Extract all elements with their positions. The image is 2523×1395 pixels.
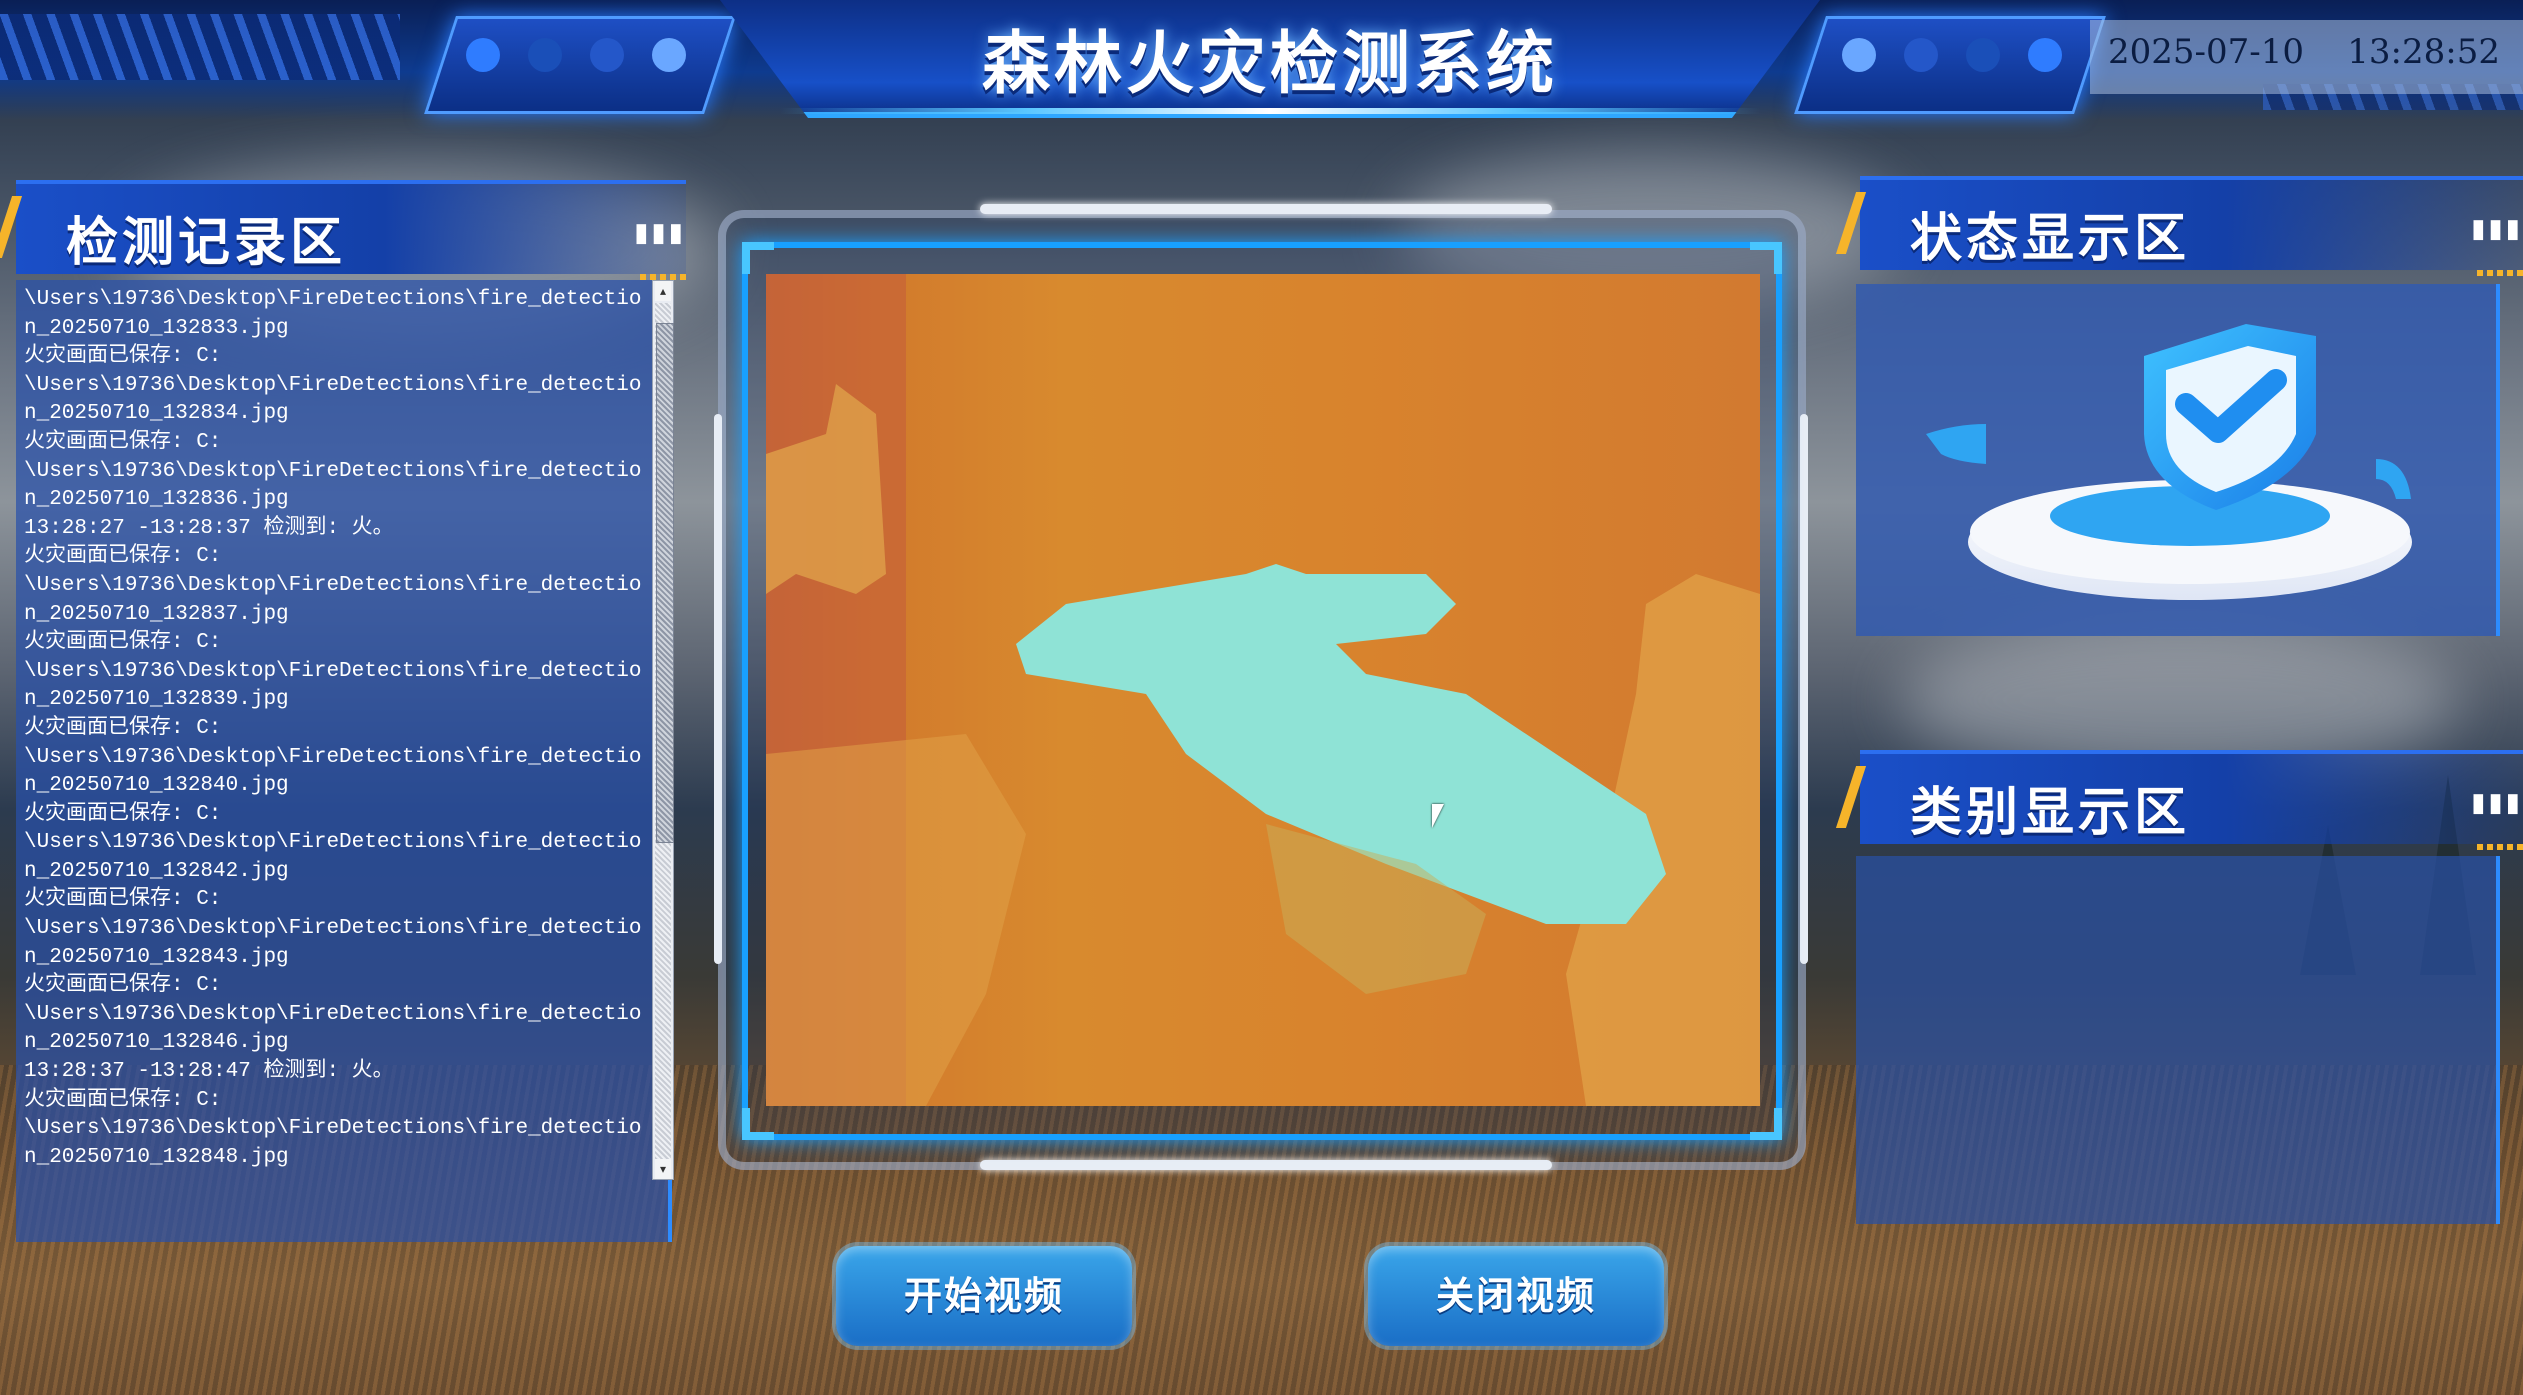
video-feed [766, 274, 1760, 1106]
page-title: 森林火灾检测系统 [981, 25, 1558, 104]
date-text: 2025-07-10 [2108, 32, 2305, 72]
status-section-header: 状态显示区 ▮▮▮ [1860, 176, 2523, 276]
log-line: \Users\19736\Desktop\FireDetections\fire… [24, 1117, 642, 1141]
frame-corner [742, 1108, 774, 1140]
time-text: 13:28:52 [2347, 32, 2500, 72]
depth-map-image [766, 274, 1760, 1106]
detection-log-panel[interactable]: \Users\19736\Desktop\FireDetections\fire… [16, 280, 674, 1242]
log-section-header: 检测记录区 ▮▮▮ [16, 180, 686, 280]
log-line: \Users\19736\Desktop\FireDetections\fire… [24, 831, 642, 855]
header-dot [590, 38, 624, 72]
mouse-cursor-icon [1432, 804, 1444, 828]
frame-corner [1750, 242, 1782, 274]
more-dots-icon: ▮▮▮ [2471, 788, 2523, 818]
scroll-up-arrow-icon[interactable]: ▴ [655, 281, 671, 301]
video-frame-rail-top [980, 204, 1552, 214]
log-line: 13:28:37 -13:28:47 检测到: 火。 [24, 1060, 394, 1084]
detection-log-text[interactable]: \Users\19736\Desktop\FireDetections\fire… [24, 286, 644, 1186]
log-line: n_20250710_132840.jpg [24, 774, 289, 798]
status-section-title: 状态显示区 [1910, 209, 2191, 269]
header-dot [528, 38, 562, 72]
scroll-down-arrow-icon[interactable]: ▾ [655, 1159, 671, 1179]
log-line: n_20250710_132833.jpg [24, 316, 289, 340]
log-line: \Users\19736\Desktop\FireDetections\fire… [24, 373, 642, 397]
log-line: n_20250710_132836.jpg [24, 488, 289, 512]
log-line: \Users\19736\Desktop\FireDetections\fire… [24, 288, 642, 311]
log-line: 火灾画面已保存: C: [24, 974, 222, 998]
log-line: 火灾画面已保存: C: [24, 545, 222, 569]
header-accent [2477, 844, 2523, 850]
log-line: n_20250710_132846.jpg [24, 1031, 289, 1055]
more-dots-icon: ▮▮▮ [2471, 214, 2523, 244]
video-frame-rail-bottom [980, 1160, 1552, 1170]
header-dot [1842, 38, 1876, 72]
log-line: \Users\19736\Desktop\FireDetections\fire… [24, 917, 642, 941]
log-line: n_20250710_132843.jpg [24, 945, 289, 969]
frame-corner [1750, 1108, 1782, 1140]
log-line: n_20250710_132848.jpg [24, 1145, 289, 1169]
log-line: 火灾画面已保存: C: [24, 888, 222, 912]
video-frame-rail-right [1800, 414, 1808, 964]
more-dots-icon: ▮▮▮ [634, 218, 686, 248]
scroll-thumb[interactable] [656, 323, 674, 843]
category-display-panel [1856, 856, 2500, 1224]
header-dot [652, 38, 686, 72]
header-dot [2028, 38, 2062, 72]
log-line: 火灾画面已保存: C: [24, 631, 222, 655]
category-section-title: 类别显示区 [1910, 783, 2191, 843]
header-dot [1904, 38, 1938, 72]
header-dot [466, 38, 500, 72]
title-underline [780, 108, 1760, 114]
log-scrollbar[interactable]: ▴ ▾ [652, 280, 674, 1180]
category-section-header: 类别显示区 ▮▮▮ [1860, 750, 2523, 850]
log-section-title: 检测记录区 [66, 213, 347, 273]
header-accent [2477, 270, 2523, 276]
log-line: \Users\19736\Desktop\FireDetections\fire… [24, 1002, 642, 1026]
header-dot [1966, 38, 2000, 72]
header-decoration [1794, 16, 2106, 114]
log-line: 火灾画面已保存: C: [24, 716, 222, 740]
log-line: 火灾画面已保存: C: [24, 1088, 222, 1112]
log-line: \Users\19736\Desktop\FireDetections\fire… [24, 745, 642, 769]
log-line: 火灾画面已保存: C: [24, 802, 222, 826]
log-line: 火灾画面已保存: C: [24, 345, 222, 369]
frame-corner [742, 242, 774, 274]
log-line: \Users\19736\Desktop\FireDetections\fire… [24, 459, 642, 483]
header-decoration [0, 14, 400, 80]
stop-video-button[interactable]: 关闭视频 [1368, 1246, 1664, 1346]
log-line: \Users\19736\Desktop\FireDetections\fire… [24, 659, 642, 683]
scroll-track[interactable] [655, 303, 674, 1159]
log-line: n_20250710_132842.jpg [24, 859, 289, 883]
log-line: 13:28:27 -13:28:37 检测到: 火。 [24, 516, 394, 540]
log-line: n_20250710_132837.jpg [24, 602, 289, 626]
start-video-button[interactable]: 开始视频 [836, 1246, 1132, 1346]
log-line: 火灾画面已保存: C: [24, 430, 222, 454]
video-frame-rail-left [714, 414, 722, 964]
shield-check-icon [1926, 324, 2412, 600]
status-display-panel [1856, 284, 2500, 636]
datetime-display: 2025-07-10 13:28:52 [2108, 32, 2500, 72]
log-line: \Users\19736\Desktop\FireDetections\fire… [24, 573, 642, 597]
log-line: n_20250710_132839.jpg [24, 688, 289, 712]
log-line: n_20250710_132834.jpg [24, 402, 289, 426]
